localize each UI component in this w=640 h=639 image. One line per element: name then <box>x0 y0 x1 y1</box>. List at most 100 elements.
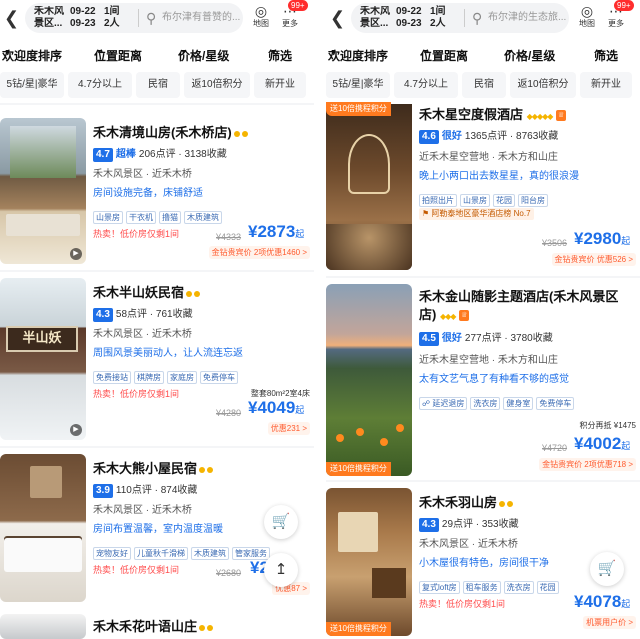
sort-popularity[interactable]: 欢迎度排序 ▼ <box>328 44 388 63</box>
rating-dot-icon <box>194 290 201 297</box>
cart-button[interactable]: 🛒 <box>590 552 624 586</box>
date-range[interactable]: 09-22 09-23 <box>70 6 96 30</box>
search-pill[interactable]: 禾木风景区... 09-22 09-23 1间 2人 ⚲ 布尔津的生态旅... <box>351 3 569 33</box>
hotel-name[interactable]: 禾木禾花叶语山庄 <box>93 618 214 636</box>
hotel-card[interactable]: 送10倍携程积分 禾木星空度假酒店 ◆◆◆◆◆ ♕ 4.6 很好 1365点评 · … <box>326 102 640 274</box>
facility-tags: 拍照出片 山景房 花园 阳台房 <box>419 190 551 208</box>
filter-button[interactable]: 筛选 ▼ <box>268 44 292 63</box>
facility-tag: 山景房 <box>93 211 123 224</box>
room-guest-count[interactable]: 1间 2人 <box>430 6 446 30</box>
filter-button[interactable]: 筛选 ▼ <box>594 44 618 63</box>
chip-new[interactable]: 新开业 <box>254 72 306 98</box>
score-badge: 4.5 <box>419 332 439 346</box>
date-range[interactable]: 09-22 09-23 <box>396 6 422 30</box>
back-icon[interactable]: ❮ <box>4 7 19 29</box>
sort-distance[interactable]: 位置距离 ▼ <box>94 44 142 63</box>
sort-popularity[interactable]: 欢迎度排序 ▼ <box>2 44 62 63</box>
facility-tag: 干衣机 <box>126 211 156 224</box>
hotel-name[interactable]: 禾木半山妖民宿 <box>93 284 201 302</box>
crown-icon: ♕ <box>556 110 567 122</box>
facility-tag: 撸猫 <box>159 211 181 224</box>
rating-row: 4.7 超棒 206点评 · 3138收藏 <box>93 148 227 162</box>
hotel-name[interactable]: 禾木星空度假酒店 ◆◆◆◆◆ ♕ <box>419 106 567 126</box>
hotel-location: 禾木风景区 · 近禾木桥 <box>93 169 192 180</box>
search-input[interactable]: 布尔津有普赞的... <box>162 11 240 25</box>
promo-badge[interactable]: 机票用户价 > <box>583 616 636 629</box>
video-play-icon[interactable]: ▶ <box>70 424 82 436</box>
search-input[interactable]: 布尔津的生态旅... <box>488 11 566 25</box>
search-header: ❮ 禾木风景区... 09-22 09-23 1间 2人 ⚲ 布尔津的生态旅... … <box>326 0 640 36</box>
cart-icon: 🛒 <box>271 513 291 530</box>
hotel-card[interactable]: 禾木禾花叶语山庄 <box>0 614 314 639</box>
current-price[interactable]: ¥4078起 <box>574 592 630 614</box>
room-guest-count[interactable]: 1间 2人 <box>104 6 120 30</box>
current-price[interactable]: ¥2980起 <box>574 229 630 251</box>
sort-bar: 欢迎度排序 ▼ 位置距离 ▼ 价格/星级 ▼ 筛选 ▼ <box>0 40 314 66</box>
hotel-card[interactable]: 半山妖 ▶ 禾木半山妖民宿 4.3 58点评 · 761收藏 禾木风景区 · 近禾… <box>0 278 314 442</box>
hotel-photo[interactable]: 半山妖 <box>0 278 86 440</box>
city-label[interactable]: 禾木风景区... <box>360 6 392 30</box>
facility-tag: 拍照出片 <box>419 194 457 207</box>
sort-distance[interactable]: 位置距离 ▼ <box>420 44 468 63</box>
rating-dot-icon <box>199 624 206 631</box>
city-label[interactable]: 禾木风景区... <box>34 6 66 30</box>
rating-dot-icon <box>207 466 214 473</box>
hotel-photo[interactable] <box>0 118 86 264</box>
chip-homestay[interactable]: 民宿 <box>136 72 180 98</box>
chip-luxury[interactable]: 5钻/星|豪华 <box>0 72 64 98</box>
divider <box>0 103 314 105</box>
promo-badge[interactable]: 金钻贵宾价 2项优惠718 > <box>539 458 636 471</box>
chip-luxury[interactable]: 5钻/星|豪华 <box>326 72 390 98</box>
rating-dot-icon <box>241 130 248 137</box>
facility-tags: 复式loft房 租车服务 洗衣房 花园 <box>419 577 562 595</box>
sort-price-star[interactable]: 价格/星级 ▼ <box>178 44 229 63</box>
sort-price-star[interactable]: 价格/星级 ▼ <box>504 44 555 63</box>
facility-tag: 花园 <box>493 194 515 207</box>
hotel-photo[interactable] <box>326 104 412 270</box>
map-button[interactable]: ◎ 地图 <box>253 3 269 29</box>
facility-tag: 复式loft房 <box>419 581 460 594</box>
video-play-icon[interactable]: ▶ <box>70 248 82 260</box>
more-label: 更多 <box>608 19 624 28</box>
facility-tag-label: 延迟退房 <box>432 399 465 408</box>
review-count: 110点评 <box>115 485 152 496</box>
crown-icon: ♕ <box>459 310 470 322</box>
back-to-top-button[interactable]: ↥ <box>264 553 298 587</box>
facility-tag: 洗衣房 <box>470 397 501 410</box>
sort-popularity-label: 欢迎度排序 <box>2 49 63 63</box>
original-price: ¥4720 <box>542 443 568 453</box>
sort-price-label: 价格/星级 <box>178 49 230 63</box>
back-icon[interactable]: ❮ <box>330 7 345 29</box>
review-count: 206点评 <box>138 149 176 160</box>
current-price[interactable]: ¥2873起 <box>248 222 304 244</box>
hotel-name[interactable]: 禾木禾羽山房 <box>419 494 514 512</box>
chip-points[interactable]: 返10倍积分 <box>184 72 250 98</box>
hotel-card[interactable]: 送10倍携程积分 禾木金山随影主题酒店(禾木风景区店) ◆◆◆ ♕ 4.5 很好 2… <box>326 284 640 478</box>
ranking-badge[interactable]: ⚑ 阿勒泰地区豪华酒店榜 No.7 <box>419 208 534 220</box>
score-level: 很好 <box>441 131 462 142</box>
chip-rating[interactable]: 4.7分以上 <box>394 72 458 98</box>
promo-badge[interactable]: 金钻贵宾价 优惠526 > <box>551 253 636 266</box>
promo-badge[interactable]: 优惠231 > <box>267 422 310 435</box>
current-price[interactable]: ¥4049起 <box>248 398 304 420</box>
hotel-photo[interactable] <box>0 614 86 639</box>
chip-rating[interactable]: 4.7分以上 <box>68 72 132 98</box>
hotel-photo[interactable] <box>326 488 412 636</box>
score-badge: 4.7 <box>93 148 113 162</box>
hotel-name[interactable]: 禾木金山随影主题酒店(禾木风景区店) ◆◆◆ ♕ <box>419 288 631 326</box>
current-price[interactable]: ¥4002起 <box>574 434 630 456</box>
hotel-photo[interactable] <box>326 284 412 476</box>
chip-homestay[interactable]: 民宿 <box>462 72 506 98</box>
hotel-card[interactable]: ▶ 禾木清境山房(禾木桥店) 4.7 超棒 206点评 · 3138收藏 禾木风景区… <box>0 118 314 268</box>
search-pill[interactable]: 禾木风景区... 09-22 09-23 1间 2人 ⚲ 布尔津有普赞的... <box>25 3 243 33</box>
hotel-photo[interactable] <box>0 454 86 602</box>
map-button[interactable]: ◎ 地图 <box>579 3 595 29</box>
bed-shape <box>6 214 80 236</box>
score-badge: 3.9 <box>93 484 113 498</box>
chip-points[interactable]: 返10倍积分 <box>510 72 576 98</box>
chip-new[interactable]: 新开业 <box>580 72 632 98</box>
promo-badge[interactable]: 金钻贵宾价 2项优惠1460 > <box>208 246 310 259</box>
cart-button[interactable]: 🛒 <box>264 505 298 539</box>
hotel-name[interactable]: 禾木大熊小屋民宿 <box>93 460 214 478</box>
hotel-name[interactable]: 禾木清境山房(禾木桥店) <box>93 124 248 142</box>
